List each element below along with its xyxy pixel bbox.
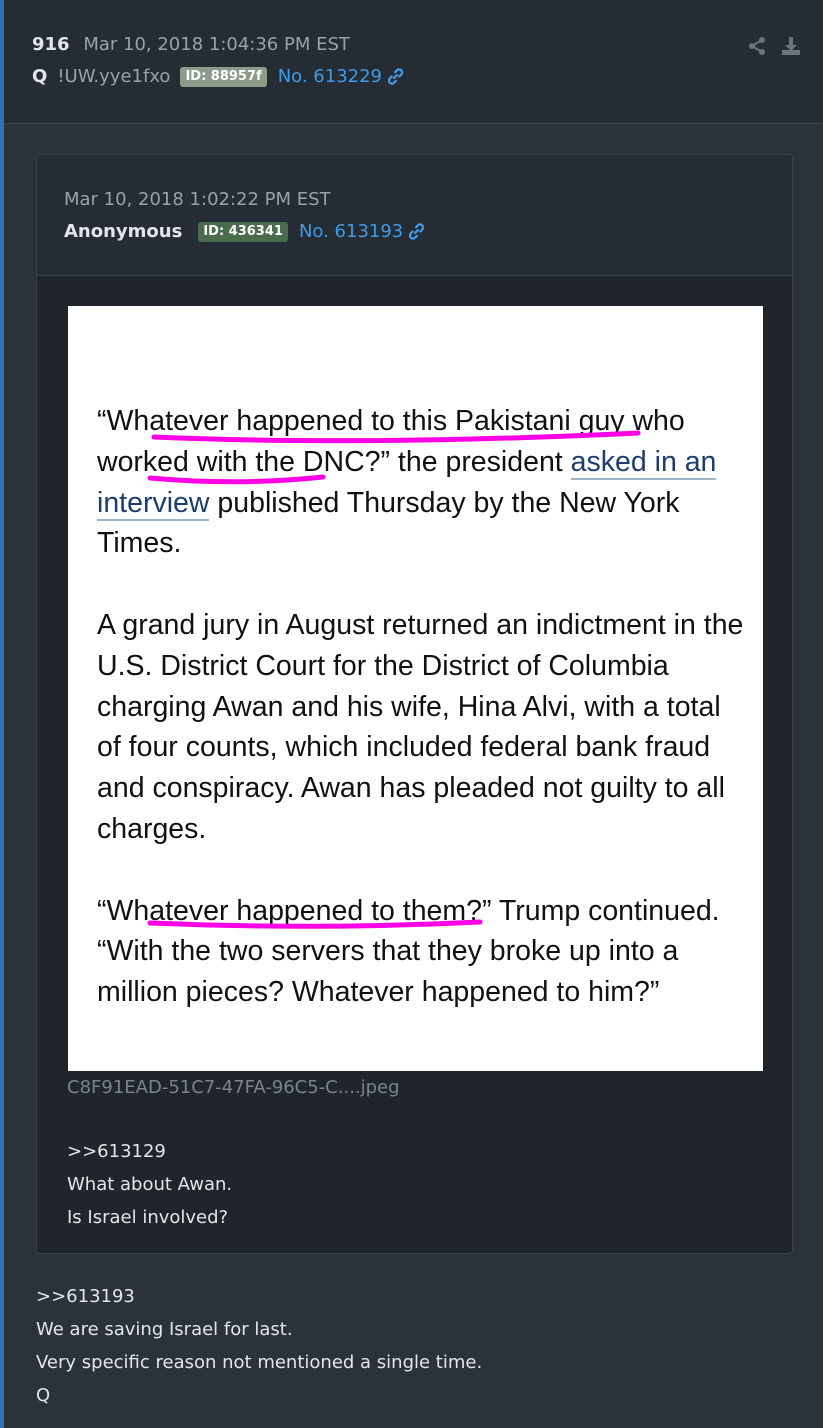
download-icon[interactable] — [781, 36, 801, 56]
quoted-post-link-label: No. 613193 — [298, 221, 404, 242]
q-post: 916 Mar 10, 2018 1:04:36 PM EST Q !UW.yy… — [0, 0, 823, 1428]
quoted-post-number-link[interactable]: No. 613193 — [299, 221, 426, 242]
post-meta-line: 916 Mar 10, 2018 1:04:36 PM EST — [32, 34, 350, 55]
quoted-post-author: Anonymous — [64, 221, 183, 242]
quoted-post-body: >>613129 What about Awan. Is Israel invo… — [67, 1135, 232, 1234]
post-number-link[interactable]: No. 613229 — [278, 66, 405, 87]
link-icon — [407, 222, 426, 241]
share-icon[interactable] — [747, 36, 767, 56]
post-link-label: No. 613229 — [277, 66, 383, 87]
post-tripcode: !UW.yye1fxo — [57, 66, 171, 87]
post-body: >>613193 We are saving Israel for last. … — [36, 1280, 482, 1412]
quoted-body-line: >>613129 — [67, 1141, 166, 1162]
quoted-body-line: What about Awan. — [67, 1174, 233, 1195]
article-screenshot-image[interactable]: “Whatever happened to this Pakistani guy… — [68, 306, 763, 1071]
quoted-body-line: Is Israel involved? — [67, 1207, 229, 1228]
post-timestamp: Mar 10, 2018 1:04:36 PM EST — [83, 34, 350, 55]
quoted-post-header: Mar 10, 2018 1:02:22 PM EST Anonymous ID… — [37, 155, 792, 276]
post-body-line: >>613193 — [36, 1286, 135, 1307]
post-header: 916 Mar 10, 2018 1:04:36 PM EST Q !UW.yy… — [4, 0, 823, 124]
article-text: “Whatever happened to this Pakistani guy… — [97, 401, 747, 1054]
quoted-post-id-badge: ID: 436341 — [198, 221, 288, 242]
post-actions — [747, 36, 801, 56]
post-body-line: Q — [36, 1385, 51, 1406]
quoted-post-timestamp: Mar 10, 2018 1:02:22 PM EST — [64, 189, 331, 210]
quoted-post: Mar 10, 2018 1:02:22 PM EST Anonymous ID… — [36, 154, 793, 1254]
post-body-line: We are saving Israel for last. — [36, 1319, 293, 1340]
post-author: Q — [32, 66, 48, 87]
link-icon — [386, 67, 405, 86]
post-author-line: Q !UW.yye1fxo ID: 88957f No. 613229 — [32, 66, 405, 87]
article-paragraph-1: “Whatever happened to this Pakistani guy… — [97, 401, 747, 564]
article-paragraph-2: A grand jury in August returned an indic… — [97, 608, 744, 845]
article-paragraph-3: “Whatever happened to them?” Trump conti… — [97, 894, 720, 1009]
post-number: 916 — [32, 34, 70, 55]
image-filename[interactable]: C8F91EAD-51C7-47FA-96C5-C....jpeg — [67, 1077, 400, 1098]
quoted-post-author-line: Anonymous ID: 436341 No. 613193 — [64, 221, 426, 242]
post-body-line: Very specific reason not mentioned a sin… — [36, 1352, 483, 1373]
post-id-badge: ID: 88957f — [180, 66, 267, 87]
